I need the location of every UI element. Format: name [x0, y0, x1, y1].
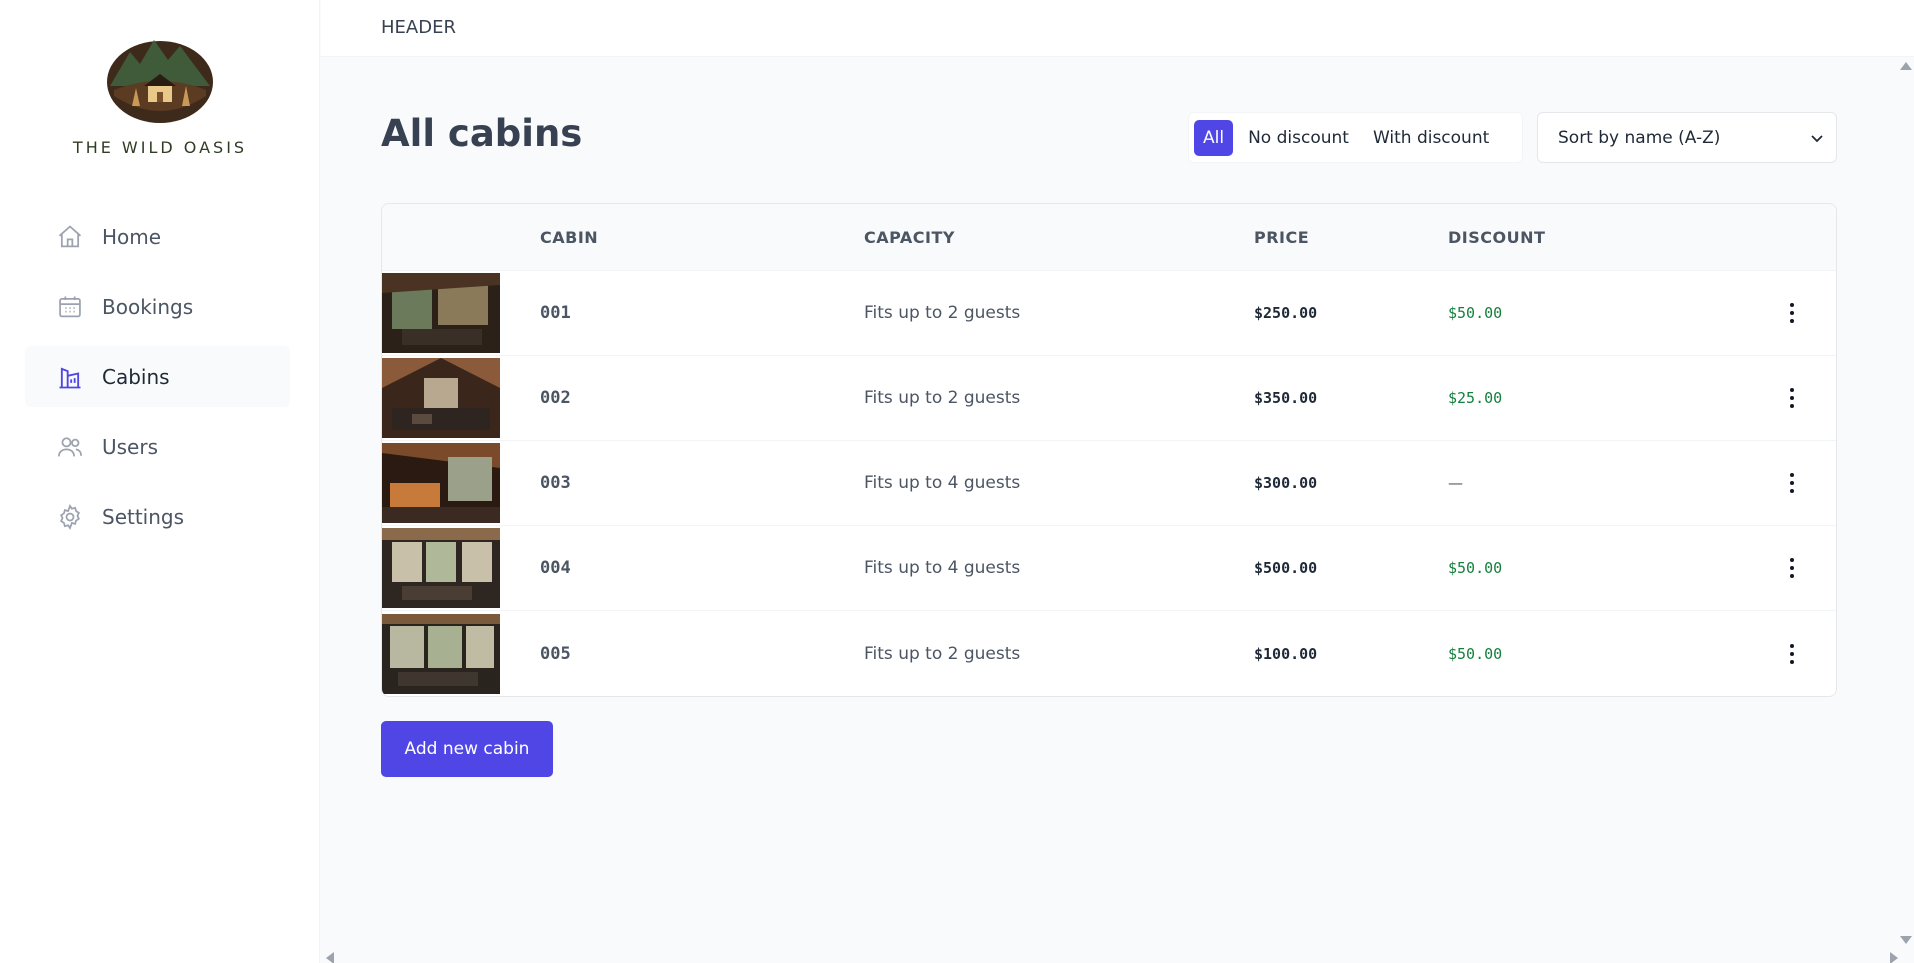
cabin-thumbnail — [382, 271, 540, 355]
cabin-image — [382, 358, 500, 438]
column-header-image — [382, 204, 540, 270]
cabin-price: $350.00 — [1254, 389, 1318, 407]
brand-name: THE WILD OASIS — [72, 138, 248, 157]
cabin-capacity: Fits up to 4 guests — [864, 473, 1021, 493]
kebab-menu-icon — [1790, 388, 1794, 408]
cabin-capacity: Fits up to 4 guests — [864, 558, 1021, 578]
cabin-image — [382, 613, 500, 694]
cabin-capacity: Fits up to 2 guests — [864, 303, 1021, 323]
cabin-image — [382, 273, 500, 353]
chevron-down-icon — [1811, 134, 1823, 142]
sidebar-item-users[interactable]: Users — [25, 416, 290, 477]
page-toolbar: All cabins All No discount With discount… — [381, 57, 1837, 203]
filter-all-button[interactable]: All — [1194, 119, 1234, 156]
filter-no-discount-button[interactable]: No discount — [1239, 120, 1358, 156]
kebab-menu-icon — [1790, 558, 1794, 578]
column-header-discount: DISCOUNT — [1448, 227, 1546, 247]
cabin-price: $250.00 — [1254, 304, 1318, 322]
table-header: CABIN CAPACITY PRICE DISCOUNT — [382, 204, 1836, 271]
row-menu-button[interactable] — [1748, 472, 1836, 494]
cabin-price: $500.00 — [1254, 559, 1318, 577]
filter-with-discount-button[interactable]: With discount — [1364, 120, 1498, 156]
table-row: 002 Fits up to 2 guests $350.00 $25.00 — [382, 356, 1836, 441]
cabins-table: CABIN CAPACITY PRICE DISCOUNT 001 Fits u… — [381, 203, 1837, 697]
users-icon — [56, 433, 84, 461]
cabin-name: 005 — [540, 643, 571, 664]
table-row: 001 Fits up to 2 guests $250.00 $50.00 — [382, 271, 1836, 356]
cabin-thumbnail — [382, 526, 540, 610]
kebab-menu-icon — [1790, 303, 1794, 323]
scroll-left-arrow[interactable] — [326, 952, 334, 963]
table-row: 005 Fits up to 2 guests $100.00 $50.00 — [382, 611, 1836, 696]
cabin-discount: $25.00 — [1448, 389, 1503, 407]
sidebar-item-label: Bookings — [102, 294, 194, 319]
cabin-price: $100.00 — [1254, 644, 1318, 663]
table-row: 004 Fits up to 4 guests $500.00 $50.00 — [382, 526, 1836, 611]
sidebar-item-label: Users — [102, 434, 159, 459]
header-title: HEADER — [381, 17, 456, 38]
cabin-name: 004 — [540, 558, 571, 578]
cabin-name: 003 — [540, 473, 571, 493]
sort-select[interactable]: Sort by name (A-Z) — [1537, 112, 1837, 163]
cabin-icon — [56, 363, 84, 391]
cabin-image — [382, 528, 500, 608]
column-header-cabin: CABIN — [540, 227, 599, 247]
column-header-capacity: CAPACITY — [864, 227, 955, 247]
sidebar-item-label: Home — [102, 224, 162, 249]
sidebar-item-home[interactable]: Home — [25, 206, 290, 267]
scroll-right-arrow[interactable] — [1890, 952, 1898, 963]
sidebar-item-label: Cabins — [102, 364, 170, 389]
scroll-up-arrow[interactable] — [1900, 62, 1912, 70]
app-header: HEADER — [321, 0, 1914, 57]
cabin-thumbnail — [382, 611, 540, 696]
cabin-discount: — — [1448, 474, 1463, 492]
discount-filter: All No discount With discount — [1188, 112, 1523, 163]
cabin-capacity: Fits up to 2 guests — [864, 388, 1021, 408]
column-header-price: PRICE — [1254, 227, 1310, 247]
row-menu-button[interactable] — [1748, 557, 1836, 579]
mountain-cabin-logo — [107, 40, 213, 123]
cabin-discount: $50.00 — [1448, 644, 1503, 663]
row-menu-button[interactable] — [1748, 302, 1836, 324]
add-cabin-button[interactable]: Add new cabin — [381, 721, 553, 777]
gear-icon — [56, 503, 84, 531]
scroll-down-arrow[interactable] — [1900, 936, 1912, 944]
sidebar: THE WILD OASIS Home Bookings Cabins User… — [0, 0, 320, 963]
cabin-thumbnail — [382, 356, 540, 440]
cabin-discount: $50.00 — [1448, 559, 1503, 577]
cabin-name: 002 — [540, 388, 571, 408]
kebab-menu-icon — [1790, 643, 1794, 664]
calendar-icon — [56, 293, 84, 321]
row-menu-button[interactable] — [1748, 643, 1836, 665]
sort-selected-value: Sort by name (A-Z) — [1558, 127, 1721, 148]
main-content: All cabins All No discount With discount… — [381, 57, 1837, 777]
cabin-discount: $50.00 — [1448, 304, 1503, 322]
logo[interactable]: THE WILD OASIS — [0, 34, 320, 157]
sidebar-item-cabins[interactable]: Cabins — [25, 346, 290, 407]
cabin-capacity: Fits up to 2 guests — [864, 643, 1021, 664]
cabin-name: 001 — [540, 303, 571, 323]
cabin-image — [382, 443, 500, 523]
table-row: 003 Fits up to 4 guests $300.00 — — [382, 441, 1836, 526]
kebab-menu-icon — [1790, 473, 1794, 493]
main-nav: Home Bookings Cabins Users Settings — [25, 206, 290, 556]
sidebar-item-label: Settings — [102, 504, 185, 529]
sidebar-item-settings[interactable]: Settings — [25, 486, 290, 547]
sidebar-item-bookings[interactable]: Bookings — [25, 276, 290, 337]
row-menu-button[interactable] — [1748, 387, 1836, 409]
home-icon — [56, 223, 84, 251]
cabin-thumbnail — [382, 441, 540, 525]
cabin-price: $300.00 — [1254, 474, 1318, 492]
page-title: All cabins — [381, 112, 583, 155]
